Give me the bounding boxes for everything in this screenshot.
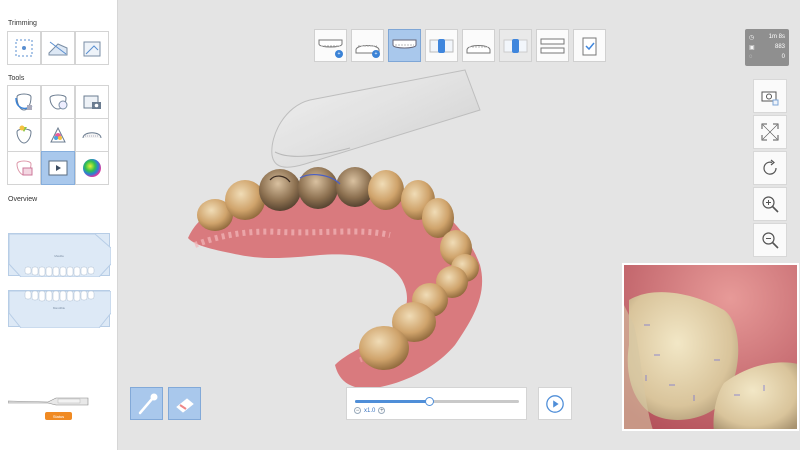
scanner-status-badge: Status [45, 412, 72, 420]
speed-control: − x1.0 + [354, 407, 386, 414]
overview-section-title: Overview [8, 196, 38, 203]
fill-hole-icon[interactable] [41, 85, 75, 119]
overview-upper-arch[interactable]: Maxilla [8, 233, 111, 277]
reset-view-icon[interactable] [753, 151, 787, 185]
shots-icon: ▣ [749, 44, 755, 51]
trim-plane-icon[interactable] [75, 31, 109, 65]
playback-slider[interactable] [355, 397, 519, 406]
scan-count: 0 [781, 54, 785, 60]
speed-increase-button[interactable]: + [378, 407, 386, 414]
brush-icon [138, 393, 157, 414]
speed-value: x1.0 [364, 407, 376, 414]
scan-time: 1m 8s [768, 34, 785, 40]
overview-lower-arch[interactable]: Mandible [8, 290, 111, 328]
bite-right-icon[interactable] [425, 29, 458, 62]
count-icon: ◌ [749, 54, 753, 60]
tools-section-title: Tools [8, 75, 25, 82]
stage-toolbar: + + [314, 29, 606, 62]
brush-tool-button[interactable] [130, 387, 163, 420]
select-area-icon[interactable] [7, 31, 41, 65]
maxilla-view-icon[interactable] [388, 29, 421, 62]
playback-slider-thumb[interactable] [424, 397, 434, 406]
trim-region-icon[interactable] [41, 31, 75, 65]
eraser-tool-button[interactable] [168, 387, 201, 420]
trimming-tools [7, 31, 110, 65]
timer-icon: ◷ [749, 34, 755, 41]
play-button[interactable] [538, 387, 572, 420]
tooth-lock-icon[interactable] [7, 85, 41, 119]
heatmap-icon[interactable] [75, 151, 109, 185]
live-camera-preview [622, 263, 799, 431]
play-icon [546, 394, 564, 413]
playback-control: − x1.0 + [346, 387, 527, 420]
zoom-out-icon[interactable] [753, 223, 787, 257]
arch-view-icon[interactable] [75, 118, 109, 152]
fit-screen-icon[interactable] [753, 115, 787, 149]
bite-left-icon[interactable] [499, 29, 532, 62]
zoom-in-icon[interactable] [753, 187, 787, 221]
view-toolbar [753, 79, 787, 257]
tooth-highlight-icon[interactable] [7, 151, 41, 185]
scanner-tip-model [271, 69, 481, 168]
tools-grid [7, 85, 110, 185]
scan-shots: 883 [774, 44, 785, 50]
left-panel: Trimming Tools Overview Maxilla Mandible… [0, 0, 118, 450]
eraser-icon [175, 397, 194, 413]
mandible-view-icon[interactable] [462, 29, 495, 62]
mandible-scan-icon[interactable]: + [351, 29, 384, 62]
color-shade-icon[interactable] [7, 118, 41, 152]
full-arch-icon[interactable] [536, 29, 569, 62]
play-video-icon[interactable] [41, 151, 75, 185]
camera-settings-icon[interactable] [753, 79, 787, 113]
checklist-icon[interactable] [573, 29, 606, 62]
overview-upper-label: Maxilla [54, 254, 64, 258]
scan-info-panel: ◷ 1m 8s ▣ 883 ◌ 0 [745, 29, 789, 66]
scan-3d-viewport[interactable] [120, 60, 620, 400]
color-palette-icon[interactable] [41, 118, 75, 152]
speed-decrease-button[interactable]: − [354, 407, 361, 414]
trimming-section-title: Trimming [8, 20, 37, 27]
playback-slider-fill [355, 400, 429, 403]
overview-lower-label: Mandible [52, 306, 66, 310]
maxilla-scan-icon[interactable]: + [314, 29, 347, 62]
camera-capture-icon[interactable] [75, 85, 109, 119]
